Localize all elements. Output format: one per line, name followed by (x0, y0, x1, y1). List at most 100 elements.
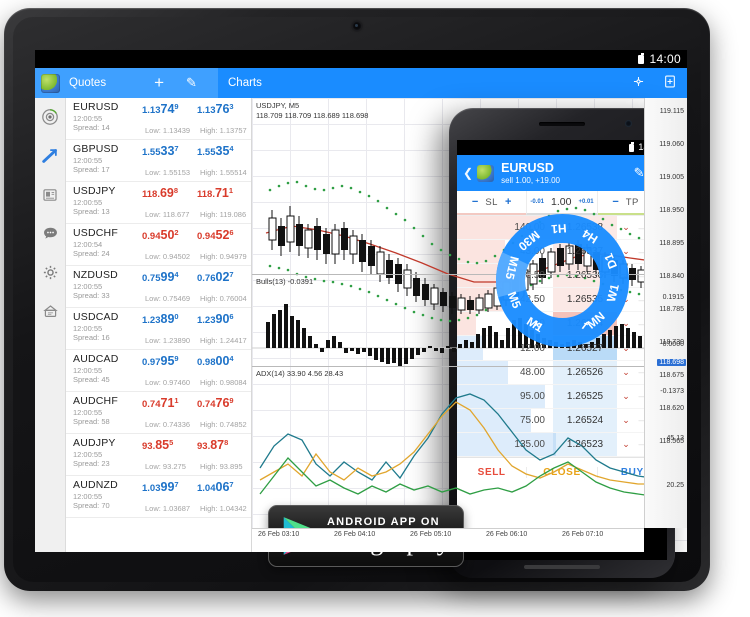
quote-ask: 1.23906 (197, 312, 234, 326)
tablet-status-bar: 14:00 (35, 50, 687, 68)
plus-icon[interactable]: + (154, 73, 164, 93)
timeframe-option-h1[interactable]: H1 (550, 221, 567, 236)
quote-row[interactable]: USDCAD 12:00:55 Spread: 16 1.23890 1.23906 Lo… (66, 308, 251, 350)
subpane-tick: 0.0000 (662, 341, 684, 348)
ladder-volume: 135.00 (514, 438, 545, 450)
quote-high: High: 1.13757 (200, 126, 247, 135)
ladder-volume: 75.00 (519, 414, 545, 426)
quote-ask: 93.878 (197, 438, 229, 452)
tablet-app-bar: Quotes + ✎ Charts (35, 68, 687, 98)
price-tick: 118.895 (659, 240, 684, 247)
sidebar-item-chat[interactable] (41, 224, 60, 243)
quote-high: High: 0.98084 (200, 378, 247, 387)
quote-bid: 0.74711 (142, 396, 179, 410)
sidebar-item-news[interactable] (41, 185, 60, 204)
price-tick: 118.840 (659, 273, 684, 280)
pencil-icon[interactable]: ✎ (186, 75, 197, 91)
sidebar-item-quotes[interactable] (41, 107, 60, 126)
chart-ohlc-label: 118.709 118.709 118.689 118.698 (256, 111, 369, 120)
screenshot-root: 14:00 Quotes + ✎ Charts EURUSD 12:00:55 … (0, 0, 750, 617)
quote-ask: 0.76027 (197, 270, 234, 284)
current-price-tag: 118.698 (657, 358, 686, 366)
ladder-volume: 48.00 (519, 366, 545, 378)
adx-indicator-label: ADX(14) 33.90 4.56 28.43 (256, 369, 344, 378)
quote-ask: 1.13763 (197, 102, 234, 116)
battery-icon (638, 53, 645, 64)
chevron-down-icon[interactable]: ⌄ (617, 391, 635, 402)
quote-row[interactable]: GBPUSD 12:00:55 Spread: 17 1.55337 1.55354 Lo… (66, 140, 251, 182)
time-tick: 26 Feb 06:10 (486, 531, 528, 538)
quote-low: Low: 1.23890 (145, 336, 191, 345)
quotes-title: Quotes (69, 77, 107, 89)
chevron-down-icon[interactable]: ⌄ (617, 415, 635, 426)
quote-low: Low: 0.75469 (145, 294, 191, 303)
add-object-icon[interactable] (664, 75, 676, 92)
time-tick: 26 Feb 05:10 (410, 531, 452, 538)
quote-bid: 0.97959 (142, 354, 179, 368)
sidebar-item-charts[interactable] (41, 146, 60, 165)
price-tick: 118.950 (659, 207, 684, 214)
quote-high: High: 0.74852 (200, 420, 247, 429)
sidebar-item-settings[interactable] (41, 263, 60, 282)
app-logo-icon (41, 73, 60, 93)
time-tick: 26 Feb 03:10 (258, 531, 300, 538)
price-tick: 118.785 (659, 306, 684, 313)
quote-high: High: 0.76004 (200, 294, 247, 303)
price-tick: 119.060 (659, 141, 684, 148)
quotes-list[interactable]: EURUSD 12:00:55 Spread: 14 1.13749 1.13763 Lo… (66, 98, 252, 552)
time-tick: 26 Feb 07:10 (562, 531, 604, 538)
quote-row[interactable]: AUDNZD 12:00:55 Spread: 70 1.03997 1.04067 Lo… (66, 476, 251, 518)
sidebar-item-mailbox[interactable] (41, 302, 60, 321)
quote-bid: 118.698 (142, 186, 179, 200)
chevron-down-icon[interactable]: ⌄ (617, 367, 635, 378)
bulls-indicator-label: Bulls(13) -0.0391 (256, 277, 314, 286)
quote-low: Low: 1.55153 (145, 168, 191, 177)
timeframe-radial-menu[interactable]: M1 M5 M15 M30 H1 H4 D1 W1 MN + f (495, 213, 630, 348)
quote-ask: 118.711 (197, 186, 234, 200)
quote-bid: 1.23890 (142, 312, 179, 326)
subpane-tick: 45.13 (666, 435, 684, 442)
quotes-panel-header: Quotes + ✎ (35, 68, 218, 98)
quote-high: High: 1.55514 (200, 168, 247, 177)
ladder-price: 1.26525 (566, 390, 604, 402)
quote-low: Low: 0.74336 (145, 420, 191, 429)
tablet-front-camera (352, 21, 362, 31)
quote-row[interactable]: AUDJPY 12:00:55 Spread: 23 93.855 93.878 Low:… (66, 434, 251, 476)
pane-separator-2 (252, 366, 687, 367)
quote-row[interactable]: NZDUSD 12:00:55 Spread: 33 0.75994 0.76027 Lo… (66, 266, 251, 308)
chart-price-axis: 119.115 119.060 119.005 118.950 118.895 118.8… (644, 98, 687, 528)
quote-ask: 0.94526 (197, 228, 234, 242)
chevron-down-icon[interactable]: ⌄ (617, 439, 635, 450)
quote-ask: 0.74769 (197, 396, 234, 410)
quote-low: Low: 1.13439 (145, 126, 191, 135)
quote-high: High: 119.086 (200, 210, 247, 219)
tablet-screen: 14:00 Quotes + ✎ Charts EURUSD 12:00:55 … (35, 50, 687, 552)
ladder-price: 1.26523 (566, 438, 604, 450)
quote-low: Low: 0.97460 (145, 378, 191, 387)
quote-high: High: 0.94979 (200, 252, 247, 261)
charts-panel-header: Charts (218, 75, 687, 92)
quote-bid: 1.03997 (142, 480, 179, 494)
tablet-sidebar (35, 98, 66, 552)
quote-ask: 1.04067 (197, 480, 234, 494)
quote-low: Low: 93.275 (145, 462, 186, 471)
quote-row[interactable]: AUDCAD 12:00:55 Spread: 45 0.97959 0.98004 Lo… (66, 350, 251, 392)
subpane-tick: 20.25 (666, 482, 684, 489)
chart-symbol-label: USDJPY, M5 (256, 101, 300, 110)
quote-ask: 1.55354 (197, 144, 234, 158)
quote-low: Low: 118.677 (145, 210, 190, 219)
quote-high: High: 93.895 (200, 462, 243, 471)
quote-bid: 0.75994 (142, 270, 179, 284)
quote-high: High: 1.04342 (200, 504, 247, 513)
quote-row[interactable]: USDJPY 12:00:55 Spread: 13 118.698 118.711 Lo… (66, 182, 251, 224)
price-tick: 119.115 (659, 108, 684, 115)
price-tick: 119.005 (659, 174, 684, 181)
quote-row[interactable]: USDCHF 12:00:54 Spread: 24 0.94502 0.94526 Lo… (66, 224, 251, 266)
quote-row[interactable]: AUDCHF 12:00:55 Spread: 58 0.74711 0.74769 Lo… (66, 392, 251, 434)
chart-time-axis: 26 Feb 03:10 26 Feb 04:10 26 Feb 05:10 26 F… (252, 528, 644, 552)
quote-row[interactable]: EURUSD 12:00:55 Spread: 14 1.13749 1.13763 Lo… (66, 98, 251, 140)
quote-low: Low: 0.94502 (145, 252, 191, 261)
chart-toolbar (632, 75, 687, 92)
quote-low: Low: 1.03687 (145, 504, 191, 513)
crosshair-icon[interactable] (632, 75, 645, 92)
